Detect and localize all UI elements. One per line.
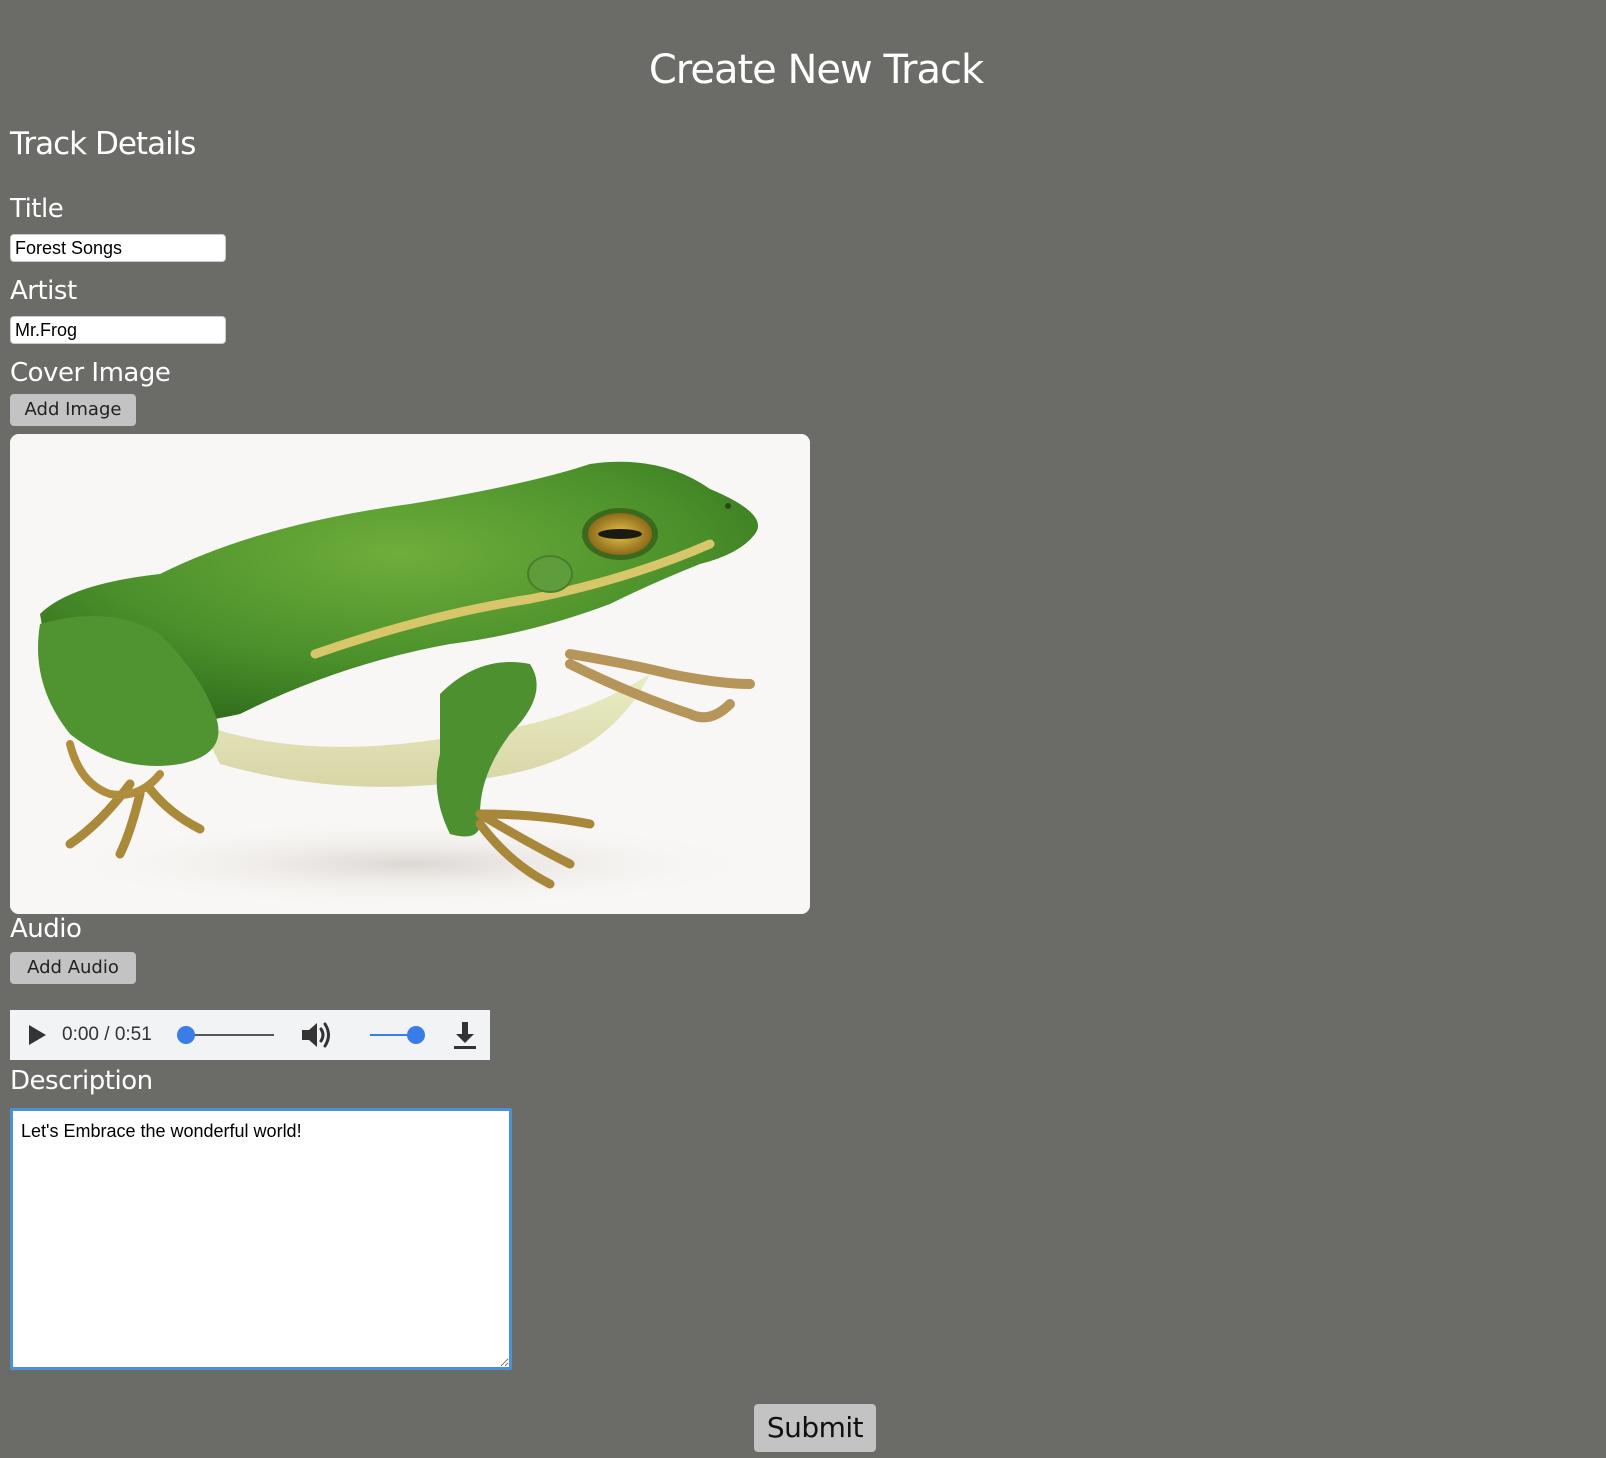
section-title: Track Details [10,126,196,162]
artist-label: Artist [10,276,77,306]
description-label: Description [10,1066,153,1096]
cover-image-preview [10,434,810,914]
audio-label: Audio [10,914,82,944]
frog-image [10,434,810,914]
title-input[interactable] [10,234,226,262]
time-display: 0:00 / 0:51 [62,1024,152,1045]
description-textarea[interactable]: Let's Embrace the wonderful world! [10,1108,512,1370]
volume-icon[interactable] [300,1020,334,1050]
volume-knob[interactable] [407,1026,425,1044]
progress-slider[interactable] [177,1026,274,1044]
title-label: Title [10,194,64,224]
add-image-button[interactable]: Add Image [10,394,136,426]
volume-slider[interactable] [370,1026,425,1044]
submit-button[interactable]: Submit [754,1404,876,1452]
audio-player: 0:00 / 0:51 [10,1010,490,1060]
artist-input[interactable] [10,316,226,344]
add-audio-button[interactable]: Add Audio [10,952,136,984]
progress-knob[interactable] [177,1026,195,1044]
page-title: Create New Track [648,47,984,93]
download-icon[interactable] [452,1020,478,1050]
play-icon[interactable] [26,1024,48,1046]
cover-image-label: Cover Image [10,358,171,388]
